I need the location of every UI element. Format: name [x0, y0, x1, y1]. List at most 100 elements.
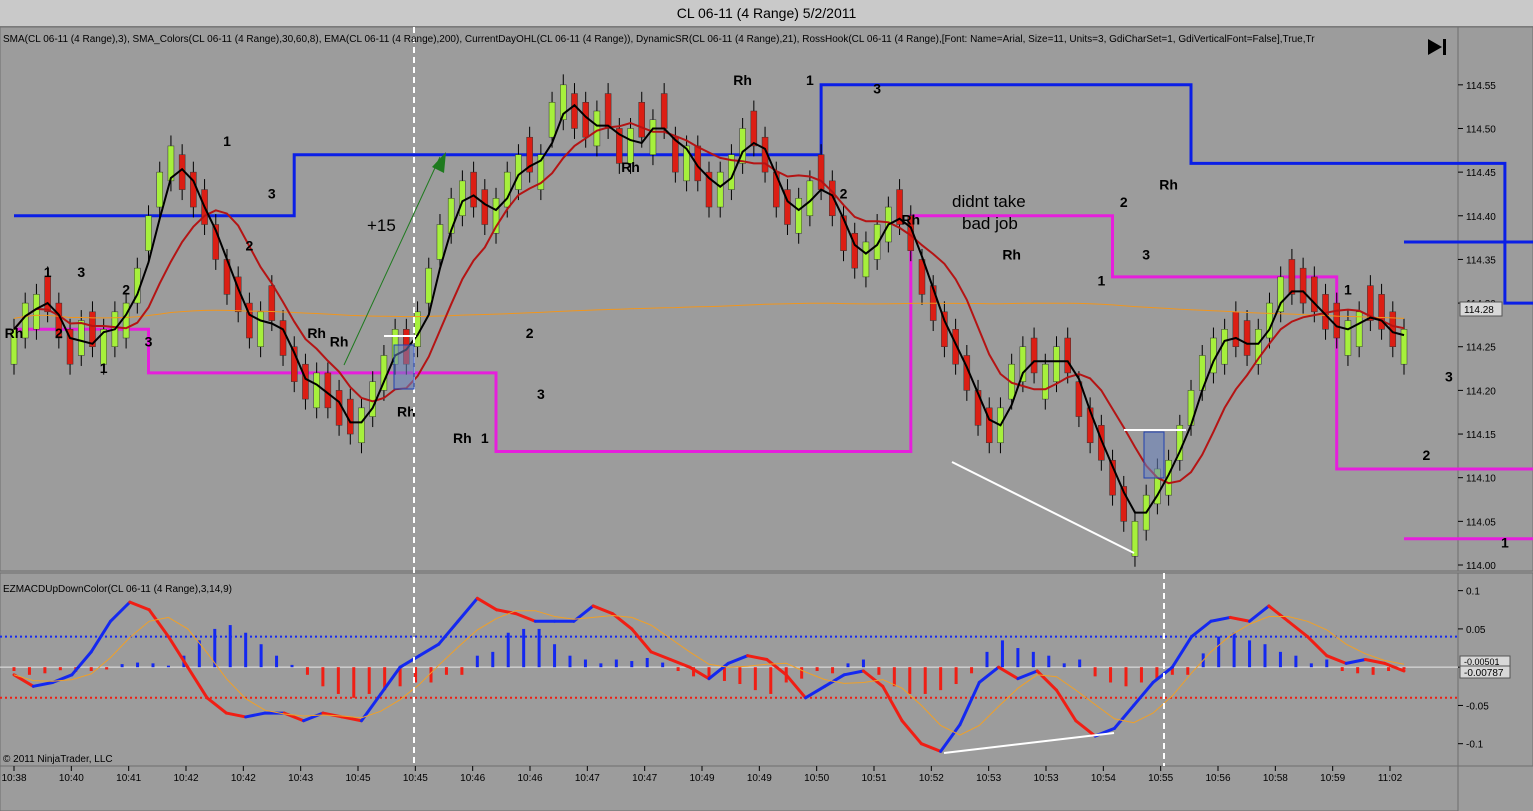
- macd-histogram-bar: [1000, 640, 1004, 668]
- x-tick-label: 10:42: [231, 773, 256, 784]
- macd-histogram-bar: [259, 644, 263, 668]
- macd-label: EZMACDUpDownColor(CL 06-11 (4 Range),3,1…: [3, 584, 232, 595]
- macd-histogram-bar: [1278, 651, 1282, 668]
- candle-up: [1344, 320, 1352, 356]
- annotation-comment-1: didnt take: [952, 192, 1026, 211]
- macd-tick-label: -0.1: [1466, 740, 1484, 751]
- macd-histogram-bar: [1263, 644, 1267, 668]
- annotation-plus15: +15: [367, 216, 396, 235]
- candle-up: [649, 119, 657, 155]
- x-tick-label: 10:55: [1148, 773, 1173, 784]
- macd-histogram-bar: [645, 657, 649, 668]
- x-tick-label: 10:41: [116, 773, 141, 784]
- candle-down: [1333, 302, 1340, 339]
- price-tick-label: 114.10: [1466, 474, 1496, 485]
- x-tick-label: 10:46: [517, 773, 542, 784]
- price-tick-label: 114.35: [1466, 255, 1496, 266]
- price-panel[interactable]: [0, 27, 1459, 572]
- hook-label: 1: [44, 264, 52, 280]
- candle-down: [571, 93, 578, 129]
- macd-histogram-bar: [491, 651, 495, 668]
- hook-label: Rh: [733, 72, 752, 88]
- macd-histogram-bar: [275, 655, 279, 668]
- price-tick-label: 114.05: [1466, 517, 1496, 528]
- x-tick-label: 10:45: [403, 773, 428, 784]
- macd-histogram-bar: [506, 632, 510, 668]
- macd-histogram-bar: [614, 659, 618, 668]
- candle-down: [1288, 259, 1296, 295]
- hook-label: Rh: [330, 334, 349, 350]
- candle-down: [481, 189, 489, 225]
- macd-histogram-bar: [522, 628, 526, 668]
- macd-histogram-bar: [1371, 667, 1375, 675]
- macd-histogram-bar: [1232, 632, 1236, 668]
- last-price-label: 114.28: [1464, 305, 1494, 316]
- hook-label: Rh: [1002, 246, 1021, 262]
- macd-histogram-bar: [800, 667, 804, 679]
- candle-down: [750, 110, 758, 147]
- hook-label: 2: [1423, 447, 1431, 463]
- macd-histogram-bar: [1093, 667, 1097, 677]
- macd-histogram-bar: [1124, 667, 1128, 687]
- entry-box-1: [393, 344, 415, 390]
- macd-histogram-bar: [1217, 636, 1221, 668]
- candle-up: [313, 372, 320, 409]
- hook-label: Rh: [901, 212, 920, 228]
- hook-label: 1: [223, 133, 231, 149]
- x-tick-label: 10:42: [173, 773, 198, 784]
- macd-histogram-bar: [553, 644, 557, 668]
- price-tick-label: 114.50: [1466, 124, 1496, 135]
- macd-histogram-bar: [1047, 655, 1051, 668]
- macd-histogram-bar: [846, 663, 850, 668]
- macd-histogram-bar: [630, 661, 634, 668]
- macd-histogram-bar: [1340, 667, 1344, 671]
- x-tick-label: 10:49: [747, 773, 772, 784]
- macd-histogram-bar: [151, 663, 155, 668]
- macd-histogram-bar: [12, 667, 16, 671]
- candle-down: [470, 171, 477, 208]
- macd-histogram-bar: [1139, 667, 1143, 683]
- macd-value-b: -0.00787: [1464, 668, 1504, 679]
- candle-down: [604, 93, 612, 129]
- candle-up: [795, 198, 802, 234]
- hook-label: 2: [55, 325, 63, 341]
- macd-histogram-bar: [1078, 659, 1082, 668]
- macd-histogram-bar: [352, 667, 356, 698]
- macd-histogram-bar: [321, 667, 325, 687]
- hook-label: 2: [246, 238, 254, 254]
- macd-histogram-bar: [1031, 651, 1035, 668]
- candle-up: [358, 407, 365, 444]
- macd-histogram-bar: [769, 667, 773, 694]
- candle-up: [1131, 521, 1139, 557]
- macd-histogram-bar: [923, 667, 927, 694]
- candle-down: [817, 154, 825, 190]
- macd-tick-label: 0.1: [1466, 587, 1480, 598]
- macd-histogram-bar: [583, 659, 587, 668]
- macd-histogram-bar: [753, 667, 757, 691]
- hook-label: 1: [1097, 273, 1105, 289]
- macd-histogram-bar: [1062, 663, 1066, 668]
- macd-histogram-bar: [136, 662, 140, 668]
- time-axis[interactable]: [0, 765, 1459, 811]
- x-tick-label: 10:58: [1263, 773, 1288, 784]
- hook-label: 2: [1120, 194, 1128, 210]
- hook-label: 3: [1142, 246, 1150, 262]
- candle-down: [660, 93, 668, 129]
- candle-down: [268, 285, 276, 321]
- chart-canvas[interactable]: 114.55114.50114.45114.40114.35114.30114.…: [0, 27, 1533, 811]
- macd-histogram-bar: [43, 667, 47, 674]
- macd-panel[interactable]: [0, 572, 1459, 767]
- macd-histogram-bar: [1248, 640, 1252, 668]
- hook-label: 3: [145, 334, 153, 350]
- hook-label: 3: [873, 81, 881, 97]
- chart-title: CL 06-11 (4 Range) 5/2/2011: [0, 0, 1533, 27]
- hook-label: Rh: [1159, 177, 1178, 193]
- price-tick-label: 114.25: [1466, 343, 1496, 354]
- x-tick-label: 10:59: [1320, 773, 1345, 784]
- price-tick-label: 114.40: [1466, 212, 1496, 223]
- macd-histogram-bar: [568, 655, 572, 668]
- x-tick-label: 10:52: [919, 773, 944, 784]
- indicator-label: SMA(CL 06-11 (4 Range),3), SMA_Colors(CL…: [3, 34, 1315, 45]
- x-tick-label: 10:46: [460, 773, 485, 784]
- x-tick-label: 10:51: [861, 773, 886, 784]
